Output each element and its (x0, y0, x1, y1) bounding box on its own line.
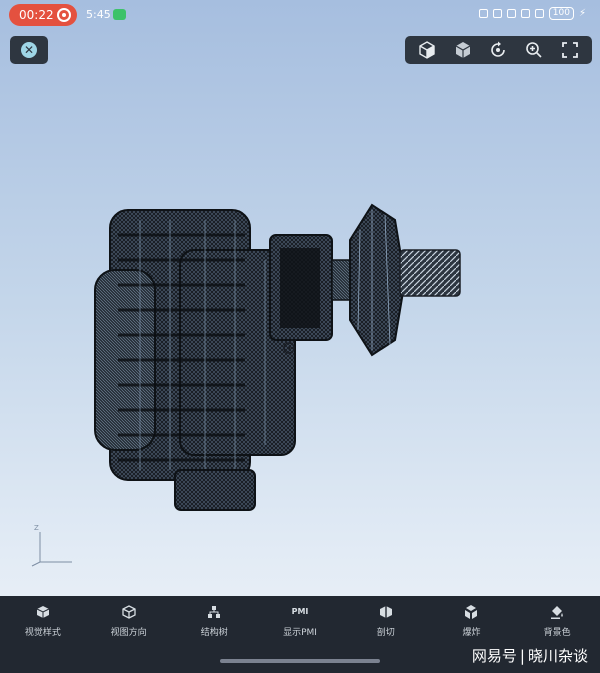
status-bar: 00:22 5:45 100 ⚡ (0, 0, 600, 30)
explode-icon (465, 605, 478, 619)
close-button[interactable]: ✕ (10, 36, 48, 64)
background-color-label: 背景色 (543, 628, 571, 638)
recording-time: 00:22 (19, 8, 54, 22)
home-view-cube-icon (419, 41, 435, 59)
zoom-button[interactable] (522, 38, 546, 62)
section-cut-icon (379, 606, 392, 618)
structure-tree-label: 结构树 (200, 628, 228, 638)
mute-icon (506, 9, 516, 18)
watermark-author: 晓川杂谈 (527, 647, 588, 665)
view-toolbar (405, 36, 592, 64)
charging-icon: ⚡ (578, 8, 586, 19)
home-view-button[interactable] (415, 38, 439, 62)
pmi-icon-text: PMI (291, 607, 309, 616)
solid-cube-icon (455, 42, 470, 58)
explode-button[interactable]: 爆炸 (429, 604, 515, 644)
screen-recording-indicator[interactable]: 00:22 (9, 4, 77, 26)
structure-tree-button[interactable]: 结构树 (171, 604, 257, 644)
show-pmi-label: 显示PMI (283, 628, 317, 638)
close-icon: ✕ (21, 42, 37, 58)
background-color-button[interactable]: 背景色 (514, 604, 600, 644)
system-icons: 100 ⚡ (478, 7, 586, 20)
bluetooth-icon (492, 9, 502, 18)
axis-z-label: Z (34, 524, 39, 532)
explode-label: 爆炸 (462, 628, 481, 638)
home-indicator[interactable] (220, 659, 380, 663)
pmi-icon: PMI (291, 604, 309, 620)
show-pmi-button[interactable]: PMI 显示PMI (257, 604, 343, 644)
signal-icon (534, 9, 544, 18)
record-stop-icon (57, 8, 71, 22)
paint-bucket-icon (551, 606, 563, 619)
tree-icon (208, 606, 221, 618)
bottom-toolbar: 视觉样式 视图方向 结构树 PMI 显示PMI 剖切 爆炸 背景色 网易号 | … (0, 596, 600, 673)
visual-style-button[interactable]: 视觉样式 (0, 604, 86, 644)
section-cut-label: 剖切 (376, 628, 395, 638)
clock: 5:45 (86, 8, 111, 21)
rotate-icon (491, 41, 506, 57)
cube-view-icon (121, 605, 136, 619)
gearbox-wireframe-model[interactable] (0, 70, 600, 596)
visual-style-label: 视觉样式 (24, 628, 61, 638)
battery-indicator: 100 (548, 7, 574, 20)
wechat-notification-icon (113, 9, 126, 20)
cube-icon (36, 606, 50, 618)
zoom-in-icon (526, 42, 542, 58)
3d-viewport[interactable] (0, 70, 600, 596)
fullscreen-button[interactable] (558, 38, 582, 62)
watermark: 网易号 | 晓川杂谈 (472, 645, 588, 666)
nfc-icon (478, 9, 488, 18)
view-direction-button[interactable]: 视图方向 (86, 604, 172, 644)
view-direction-label: 视图方向 (110, 628, 147, 638)
axis-triad: Z (31, 524, 72, 567)
watermark-source: 网易号 (471, 647, 517, 665)
fullscreen-icon (562, 42, 578, 58)
rotate-button[interactable] (486, 38, 510, 62)
watermark-separator: | (519, 647, 525, 665)
wifi-icon (520, 9, 530, 18)
section-cut-button[interactable]: 剖切 (343, 604, 429, 644)
display-mode-button[interactable] (451, 38, 475, 62)
